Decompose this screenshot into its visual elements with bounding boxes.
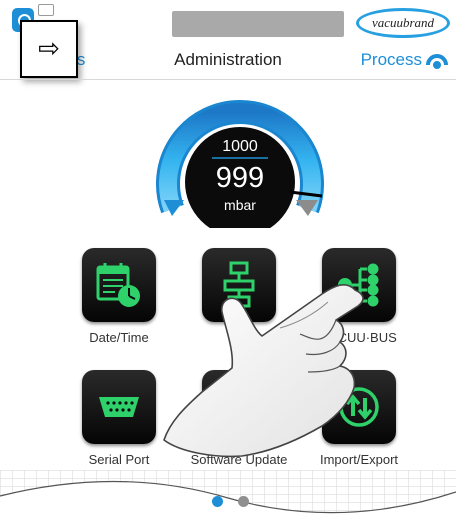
page-dot[interactable] bbox=[238, 496, 249, 507]
pointing-hand-icon bbox=[163, 283, 364, 458]
page-dot-active[interactable] bbox=[212, 496, 223, 507]
forward-overlay-icon: ⇨ bbox=[20, 20, 78, 78]
serial-port-icon bbox=[82, 370, 156, 444]
gauge-value: 999 bbox=[215, 162, 265, 194]
calendar-clock-icon bbox=[82, 248, 156, 322]
header-divider bbox=[0, 79, 456, 80]
brand-logo: vacuubrand bbox=[356, 8, 450, 38]
process-icon[interactable] bbox=[426, 50, 448, 72]
keyboard-icon bbox=[38, 4, 54, 16]
pressure-gauge: 1000 999 mbar bbox=[150, 98, 330, 237]
gauge-unit: mbar bbox=[224, 197, 256, 213]
status-text-bar bbox=[172, 11, 344, 37]
page-indicator[interactable] bbox=[208, 496, 258, 508]
process-button[interactable]: Process bbox=[361, 50, 422, 70]
gauge-setpoint: 1000 bbox=[222, 138, 258, 155]
